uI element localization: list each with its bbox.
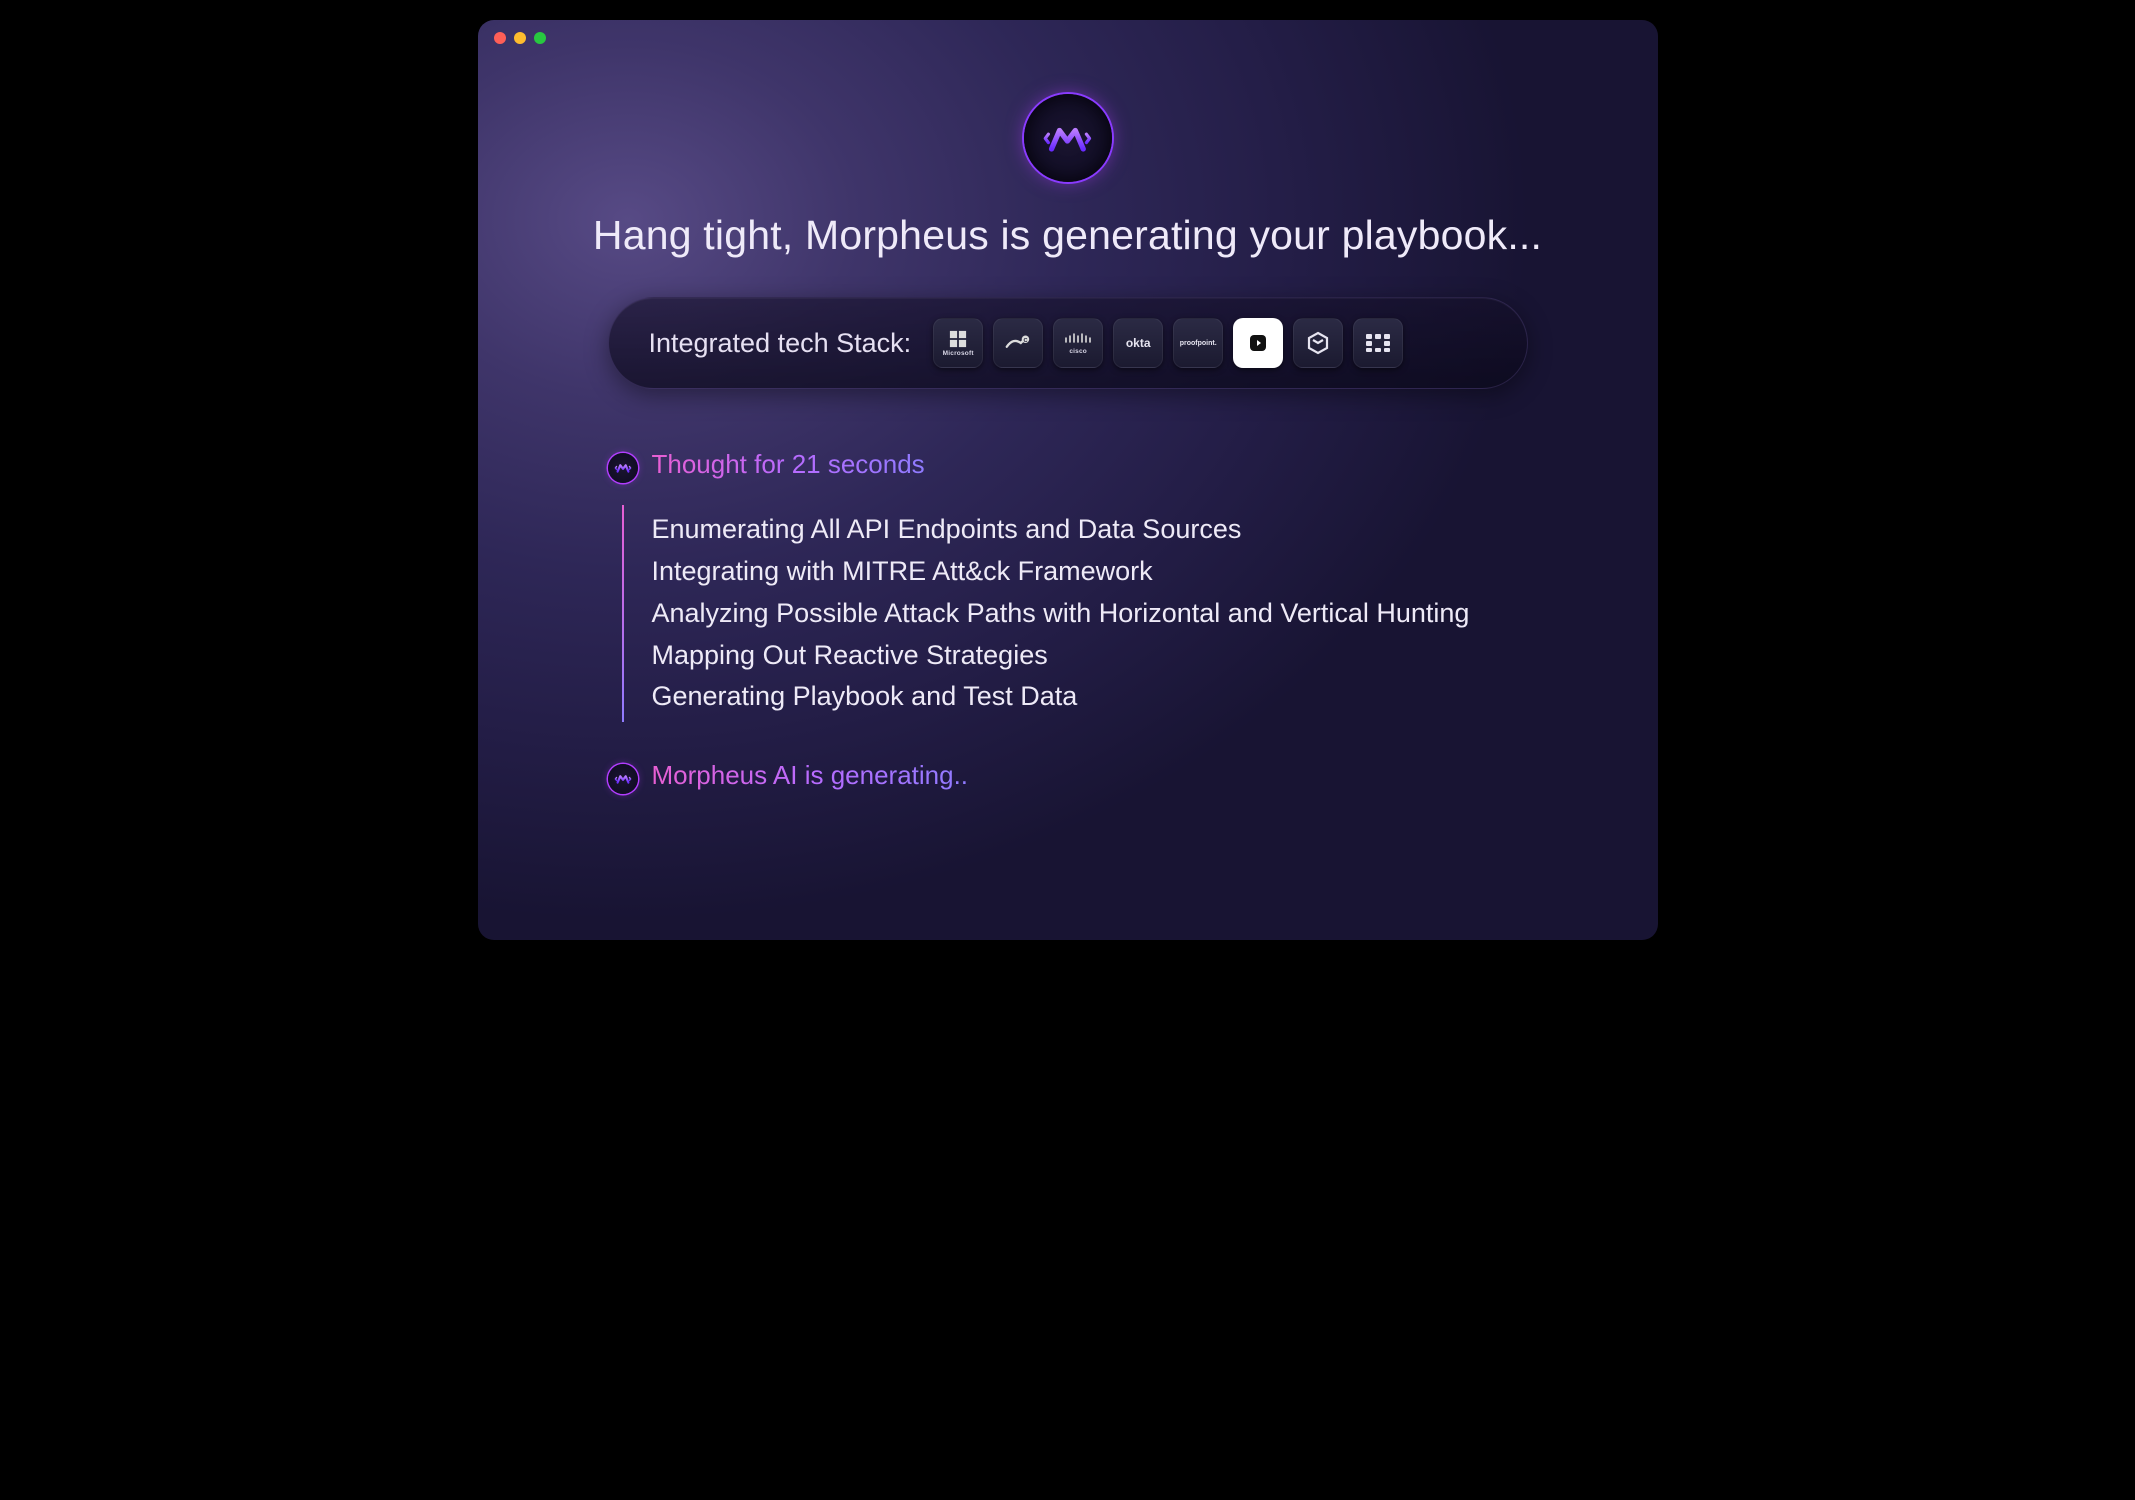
page-headline: Hang tight, Morpheus is generating your … bbox=[593, 212, 1542, 259]
thought-step: Generating Playbook and Test Data bbox=[652, 676, 1528, 718]
window-close-button[interactable] bbox=[494, 32, 506, 44]
tech-proofpoint-icon[interactable]: proofpoint. bbox=[1173, 318, 1223, 368]
tech-okta-label: okta bbox=[1126, 336, 1151, 350]
thought-step: Analyzing Possible Attack Paths with Hor… bbox=[652, 593, 1528, 635]
svg-text:C: C bbox=[1024, 338, 1028, 344]
morpheus-mini-icon bbox=[608, 453, 638, 483]
window-titlebar bbox=[478, 20, 1658, 56]
tech-wave-icon[interactable]: C bbox=[993, 318, 1043, 368]
status-row: Morpheus AI is generating.. bbox=[608, 756, 1528, 794]
tech-play-icon[interactable] bbox=[1233, 318, 1283, 368]
tech-microsoft-icon[interactable]: Microsoft bbox=[933, 318, 983, 368]
tech-okta-icon[interactable]: okta bbox=[1113, 318, 1163, 368]
status-text: Morpheus AI is generating.. bbox=[652, 760, 969, 791]
thought-duration-label: Thought for 21 seconds bbox=[652, 449, 925, 480]
window-minimize-button[interactable] bbox=[514, 32, 526, 44]
thought-step: Mapping Out Reactive Strategies bbox=[652, 635, 1528, 677]
tech-proofpoint-label: proofpoint. bbox=[1180, 340, 1217, 347]
morpheus-logo-icon bbox=[1024, 94, 1112, 182]
tech-hex-icon[interactable] bbox=[1293, 318, 1343, 368]
tech-stack-icons: Microsoft C cisco okta bbox=[933, 318, 1403, 368]
tech-fortinet-icon[interactable] bbox=[1353, 318, 1403, 368]
tech-cisco-icon[interactable]: cisco bbox=[1053, 318, 1103, 368]
window-maximize-button[interactable] bbox=[534, 32, 546, 44]
thought-steps-list: Enumerating All API Endpoints and Data S… bbox=[622, 505, 1528, 722]
tech-cisco-label: cisco bbox=[1069, 348, 1087, 355]
thought-block: Thought for 21 seconds Enumerating All A… bbox=[608, 445, 1528, 722]
thought-step: Enumerating All API Endpoints and Data S… bbox=[652, 509, 1528, 551]
app-window: Hang tight, Morpheus is generating your … bbox=[478, 20, 1658, 940]
thought-step: Integrating with MITRE Att&ck Framework bbox=[652, 551, 1528, 593]
morpheus-mini-icon bbox=[608, 764, 638, 794]
content-area: Hang tight, Morpheus is generating your … bbox=[478, 56, 1658, 940]
thought-header: Thought for 21 seconds bbox=[608, 445, 1528, 483]
tech-stack-bar: Integrated tech Stack: Microsoft C cisco bbox=[608, 297, 1528, 389]
tech-microsoft-label: Microsoft bbox=[943, 350, 974, 357]
tech-stack-label: Integrated tech Stack: bbox=[649, 328, 912, 359]
